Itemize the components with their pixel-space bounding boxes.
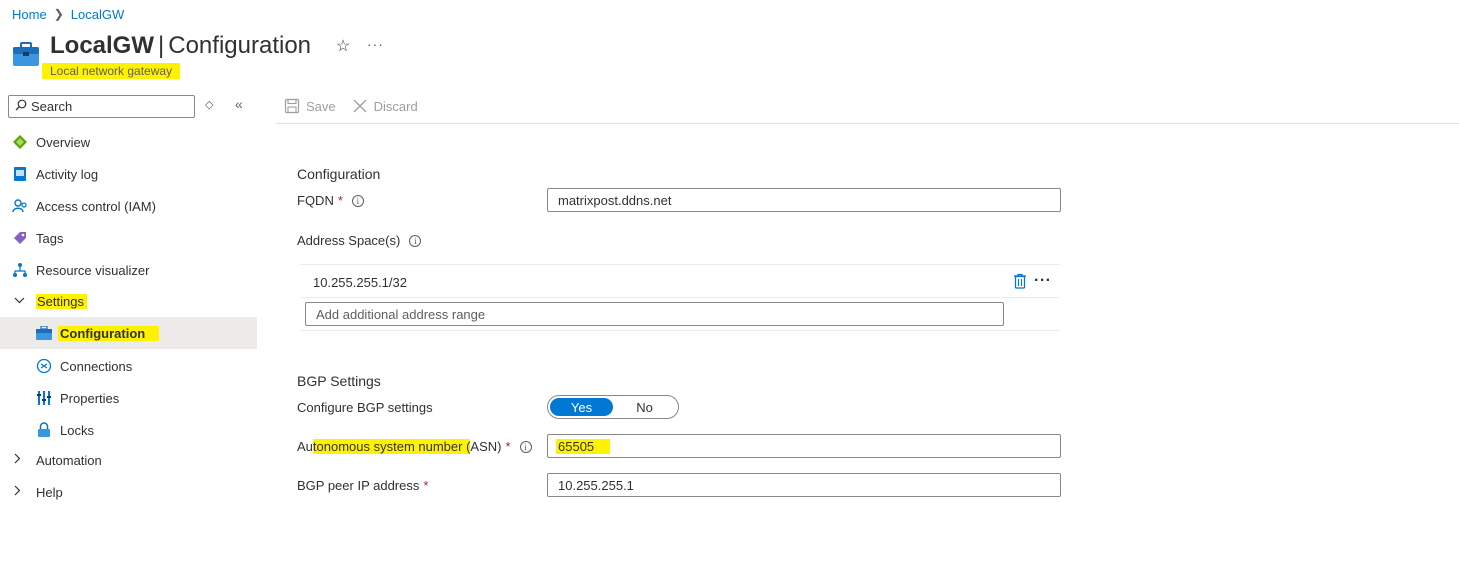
fqdn-label: FQDN * i [297,193,364,208]
bgp-peer-label-text: BGP peer IP address [297,478,420,493]
address-row-divider [300,297,1060,298]
sidebar-item-label: Overview [36,134,91,150]
toggle-no-option[interactable]: No [613,398,676,416]
delete-icon[interactable] [1013,273,1027,292]
activity-log-icon [11,165,29,183]
page-title: LocalGW | Configuration [50,32,311,60]
required-marker: * [337,193,343,208]
address-row-divider [300,264,1060,265]
gateway-icon [35,324,53,342]
chevron-down-icon [14,295,26,307]
search-icon [15,99,27,114]
toolbar-divider [276,123,1459,124]
sidebar-group-help[interactable]: Help [0,476,257,508]
sidebar-item-label: Locks [60,422,94,438]
chevron-right-icon: ❯ [53,7,64,21]
close-icon [353,99,367,113]
properties-icon [35,389,53,407]
required-marker: * [423,478,429,493]
configure-bgp-label: Configure BGP settings [297,400,433,415]
fqdn-field[interactable]: matrixpost.ddns.net [547,188,1061,212]
resource-name: LocalGW [50,32,155,59]
tag-icon [11,229,29,247]
sidebar-group-label: Settings [36,293,87,309]
sidebar-group-label: Automation [36,452,102,468]
resource-type-subtitle: Local network gateway [42,63,181,79]
asn-value: 65505 [556,438,611,454]
sidebar-group-automation[interactable]: Automation [0,444,257,476]
title-separator: | [158,32,165,59]
asn-field[interactable]: 65505 [547,434,1061,458]
fqdn-value: matrixpost.ddns.net [558,192,672,208]
discard-button[interactable]: Discard [352,98,418,114]
ellipsis-icon[interactable]: ··· [1034,272,1051,290]
bgp-peer-field[interactable]: 10.255.255.1 [547,473,1061,497]
bgp-peer-label: BGP peer IP address * [297,478,428,493]
asn-label-prefix: Au [297,439,313,454]
save-label: Save [306,98,336,114]
lock-icon [35,421,53,439]
section-bgp-heading: BGP Settings [297,373,381,389]
command-bar: Save Discard [284,96,434,116]
collapse-menu-icon[interactable]: « [235,96,243,112]
sidebar-item-label: Connections [60,358,133,374]
required-marker: * [505,439,511,454]
sidebar-item-connections[interactable]: Connections [0,350,257,382]
save-button[interactable]: Save [284,98,336,114]
search-input[interactable] [27,98,187,115]
sidebar-item-resource-visualizer[interactable]: Resource visualizer [0,254,257,286]
sidebar-group-settings[interactable]: Settings [0,285,257,317]
chevron-right-icon [14,485,26,499]
search-box[interactable] [8,95,195,118]
sidebar-item-label: Tags [36,230,64,246]
section-configuration-heading: Configuration [297,166,381,182]
breadcrumb-current-link[interactable]: LocalGW [71,7,124,22]
toggle-yes-option[interactable]: Yes [550,398,613,416]
sidebar-item-access-control[interactable]: Access control (IAM) [0,190,257,222]
visualizer-icon [11,261,29,279]
sidebar-item-label: Properties [60,390,120,406]
sidebar-item-configuration[interactable]: Configuration [0,317,257,349]
sidebar-item-activity-log[interactable]: Activity log [0,158,257,190]
sidebar-item-label: Access control (IAM) [36,198,156,214]
sidebar-group-label: Help [36,484,63,500]
sidebar-item-overview[interactable]: Overview [0,126,257,158]
add-address-range-field[interactable]: Add additional address range [305,302,1004,326]
page-name: Configuration [168,32,312,59]
address-space-label: Address Space(s) i [297,233,422,248]
address-space-value: 10.255.255.1/32 [313,275,407,290]
asn-label: Au tonomous system number (ASN) * i [297,439,532,454]
fqdn-label-text: FQDN [297,193,334,208]
iam-icon [11,197,29,215]
breadcrumb: Home ❯ LocalGW [12,5,124,23]
expand-all-icon[interactable]: ◇ [205,98,213,111]
local-network-gateway-icon [12,42,40,68]
add-address-range-placeholder: Add additional address range [316,306,486,322]
sidebar-item-label: Configuration [58,325,160,341]
address-row-divider [300,330,1060,331]
info-icon[interactable]: i [351,194,364,207]
bgp-peer-value: 10.255.255.1 [558,477,634,493]
info-icon[interactable]: i [519,440,532,453]
save-icon [284,98,300,114]
star-icon[interactable]: ☆ [334,38,352,56]
sidebar-item-label: Resource visualizer [36,262,150,278]
info-icon[interactable]: i [409,234,422,247]
ellipsis-icon[interactable]: ··· [367,36,385,54]
configure-bgp-toggle[interactable]: Yes No [547,395,679,419]
breadcrumb-home-link[interactable]: Home [12,7,47,22]
address-space-label-text: Address Space(s) [297,233,401,248]
chevron-right-icon [14,453,26,467]
asn-label-suffix: ASN) [470,439,502,454]
sidebar-item-tags[interactable]: Tags [0,222,257,254]
discard-label: Discard [373,98,418,114]
asn-label-highlight: tonomous system number ( [312,439,471,454]
connections-icon [35,357,53,375]
sidebar-item-label: Activity log [36,166,99,182]
sidebar-item-properties[interactable]: Properties [0,382,257,414]
sidebar-item-locks[interactable]: Locks [0,414,257,446]
overview-icon [11,133,29,151]
